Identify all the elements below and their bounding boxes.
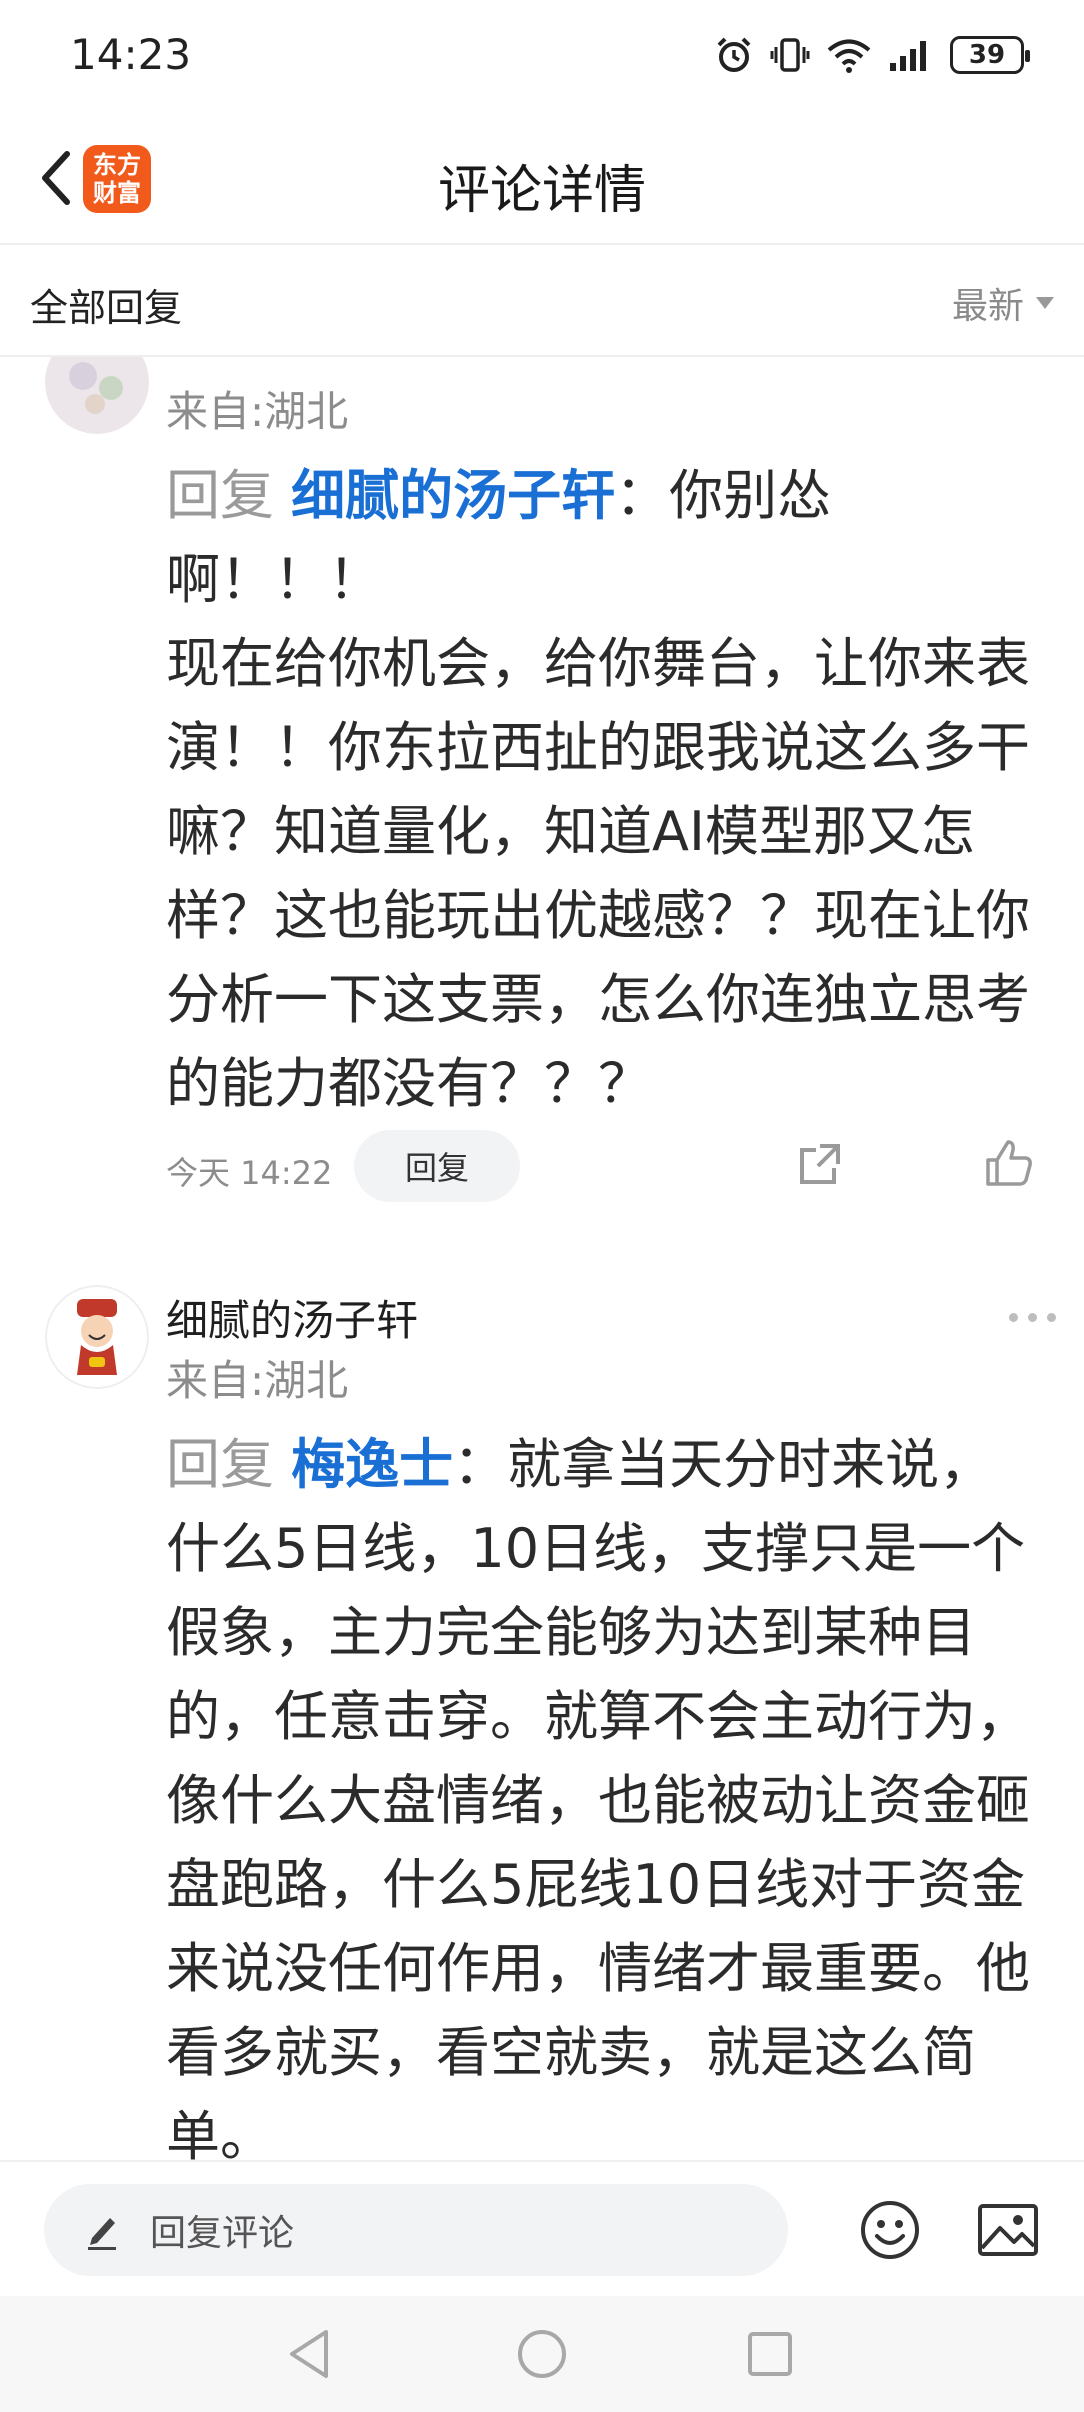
reply-input[interactable]: 回复评论 xyxy=(44,2184,788,2276)
comment-origin: 来自:湖北 xyxy=(166,387,349,436)
comment-item: 细腻的汤子轩 来自:湖北 回复 梅逸士：就拿当天分时来说，什么5日线，10日线，… xyxy=(0,1285,1084,2168)
reply-to-user-link[interactable]: 梅逸士 xyxy=(291,1433,453,1496)
signal-icon xyxy=(890,41,926,71)
reply-colon: ： xyxy=(615,464,670,527)
reply-input-bar: 回复评论 xyxy=(0,2160,1084,2296)
comment-body: 回复 细腻的汤子轩：你别怂啊！！！ 现在给你机会，给你舞台，让你来表演！！你东拉… xyxy=(166,454,1046,1126)
alarm-icon xyxy=(717,37,751,72)
like-icon[interactable] xyxy=(984,1138,1034,1188)
page-title: 评论详情 xyxy=(437,161,646,221)
emoji-icon[interactable] xyxy=(858,2198,922,2262)
wifi-icon xyxy=(827,39,871,73)
chevron-down-icon xyxy=(1036,297,1054,309)
reply-to-user-link[interactable]: 细腻的汤子轩 xyxy=(291,464,615,527)
comment-item: 来自:湖北 回复 细腻的汤子轩：你别怂啊！！！ 现在给你机会，给你舞台，让你来表… xyxy=(0,330,1084,1230)
nav-recent-icon[interactable] xyxy=(742,2326,798,2382)
reply-prefix: 回复 xyxy=(166,464,274,527)
sort-label: 最新 xyxy=(951,286,1024,327)
reply-prefix: 回复 xyxy=(166,1433,274,1496)
more-icon[interactable] xyxy=(1009,1313,1056,1322)
avatar[interactable] xyxy=(45,1285,149,1389)
sort-dropdown[interactable]: 最新 xyxy=(952,277,1054,329)
nav-back-icon[interactable] xyxy=(282,2326,338,2382)
system-nav-bar xyxy=(0,2296,1084,2412)
comment-text: 就拿当天分时来说，什么5日线，10日线，支撑只是一个假象，主力完全能够为达到某种… xyxy=(166,1433,1030,2168)
reply-button[interactable]: 回复 xyxy=(354,1130,520,1202)
status-icons: 39 xyxy=(714,30,1030,80)
comment-origin: 来自:湖北 xyxy=(166,1356,349,1405)
nav-home-icon[interactable] xyxy=(514,2326,570,2382)
status-time: 14:23 xyxy=(70,30,192,79)
nav-bar: 东方 财富 评论详情 xyxy=(0,110,1084,245)
section-title: 全部回复 xyxy=(30,286,183,330)
pencil-icon xyxy=(88,2218,116,2250)
image-icon[interactable] xyxy=(976,2200,1040,2260)
share-icon[interactable] xyxy=(796,1140,844,1188)
comment-time: 今天 14:22 xyxy=(166,1154,333,1192)
reply-input-placeholder: 回复评论 xyxy=(150,2213,295,2254)
vibrate-icon xyxy=(770,38,810,72)
reply-colon: ： xyxy=(453,1433,508,1496)
comment-text: 你别怂啊！！！ 现在给你机会，给你舞台，让你来表演！！你东拉西扯的跟我说这么多干… xyxy=(166,464,1030,1115)
comment-body: 回复 梅逸士：就拿当天分时来说，什么5日线，10日线，支撑只是一个假象，主力完全… xyxy=(166,1423,1046,2179)
section-header: 全部回复 最新 xyxy=(0,245,1084,357)
status-bar: 14:23 39 xyxy=(0,0,1084,110)
comment-author[interactable]: 细腻的汤子轩 xyxy=(166,1287,418,1348)
battery-icon: 39 xyxy=(950,36,1030,74)
